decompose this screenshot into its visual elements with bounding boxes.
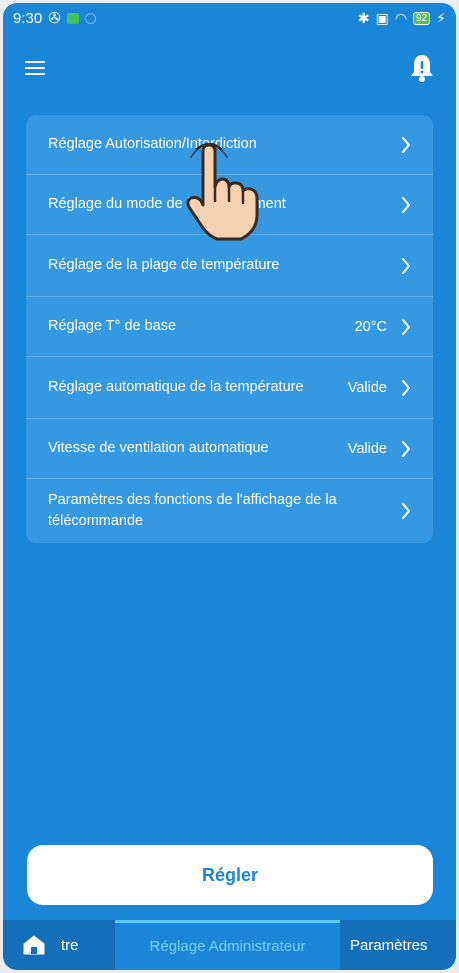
battery-icon: 92 <box>413 11 431 25</box>
chevron-right-icon <box>402 379 410 396</box>
tab-parameters[interactable]: Paramètres <box>340 937 428 954</box>
menu-item-auto-fan-speed[interactable]: Vitesse de ventilation automatique Valid… <box>26 419 433 479</box>
chevron-right-icon <box>402 136 410 153</box>
chevron-right-icon <box>402 257 410 274</box>
chevron-right-icon <box>402 503 410 519</box>
menu-icon[interactable] <box>25 61 45 75</box>
app-notification-icon <box>66 12 79 24</box>
menu-item-label: Paramètres des fonctions de l'affichage … <box>48 492 337 529</box>
top-bar <box>3 41 456 97</box>
chevron-right-icon <box>402 440 410 457</box>
menu-item-label: Réglage de la plage de température <box>48 257 280 273</box>
menu-item-base-temperature[interactable]: Réglage T° de base 20°C <box>26 297 433 357</box>
menu-item-label: Réglage Autorisation/Interdiction <box>48 136 257 152</box>
chevron-right-icon <box>402 196 410 213</box>
tab-admin-settings[interactable]: Réglage Administrateur <box>115 920 340 970</box>
menu-item-temperature-range[interactable]: Réglage de la plage de température <box>26 235 433 297</box>
menu-item-auto-temperature[interactable]: Réglage automatique de la température Va… <box>26 357 433 419</box>
regler-button[interactable]: Régler <box>27 845 433 905</box>
tab-parameters-label: Paramètres <box>350 936 428 954</box>
app-screen: 9:30 ✇ ✱ ▣ ◠ 92 ⚡ Réglage Autorisation/I… <box>3 3 456 970</box>
chevron-right-icon <box>402 318 410 335</box>
menu-item-label: Réglage T° de base <box>48 318 177 334</box>
tab-home[interactable]: tre <box>3 935 115 955</box>
status-bar: 9:30 ✇ ✱ ▣ ◠ 92 ⚡ <box>3 3 456 33</box>
menu-item-value: Valide <box>347 440 387 457</box>
menu-item-remote-display[interactable]: Paramètres des fonctions de l'affichage … <box>26 479 433 543</box>
bottom-nav: tre Réglage Administrateur Paramètres <box>3 920 456 970</box>
charging-icon: ⚡ <box>436 9 446 26</box>
menu-item-value: Valide <box>347 379 387 396</box>
bluetooth-icon: ✱ <box>357 9 370 26</box>
menu-item-label: Vitesse de ventilation automatique <box>48 440 269 456</box>
tab-home-label: tre <box>61 936 79 954</box>
wifi-icon: ◠ <box>394 9 408 26</box>
menu-item-authorization[interactable]: Réglage Autorisation/Interdiction <box>26 115 433 175</box>
notification-icon: ✇ <box>48 10 61 27</box>
menu-item-operation-mode[interactable]: Réglage du mode de fonctionnement <box>26 175 433 235</box>
sim-icon: ▣ <box>375 9 389 26</box>
menu-item-value: 20°C <box>354 318 387 335</box>
menu-item-label: Réglage automatique de la température <box>48 379 304 395</box>
tab-admin-label: Réglage Administrateur <box>149 938 306 955</box>
settings-list: Réglage Autorisation/Interdiction Réglag… <box>26 115 433 543</box>
battery-level: 92 <box>416 12 428 24</box>
notification-dot-icon <box>84 12 96 24</box>
bell-icon[interactable] <box>408 53 436 83</box>
menu-item-label: Réglage du mode de fonctionnement <box>48 196 286 212</box>
clock: 9:30 <box>13 9 43 27</box>
home-icon <box>23 935 45 955</box>
